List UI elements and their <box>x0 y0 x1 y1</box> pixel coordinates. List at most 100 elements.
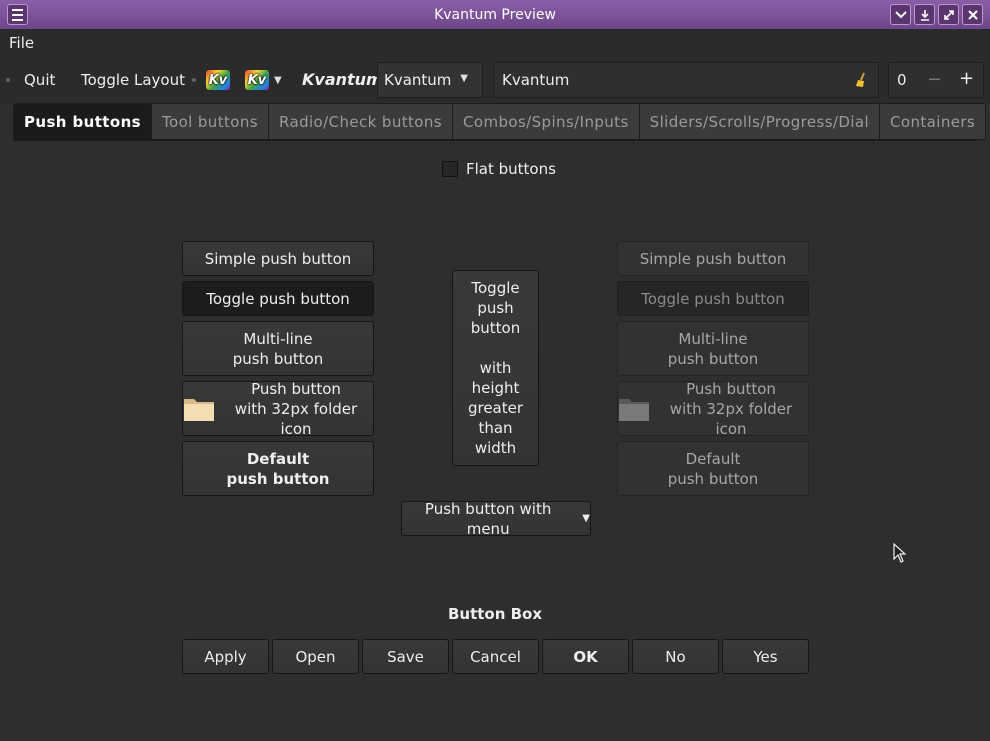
button-label: Save <box>387 647 424 666</box>
save-button[interactable]: Save <box>362 639 449 674</box>
tab-divider <box>13 140 977 141</box>
caret-down-icon[interactable]: ▼ <box>274 75 282 86</box>
kvantum-logo-button[interactable]: Kv <box>206 70 230 90</box>
kvantum-logo-icon: Kv <box>208 72 228 88</box>
close-icon <box>967 9 978 20</box>
flat-buttons-label: Flat buttons <box>466 160 556 178</box>
mouse-cursor-icon <box>893 543 907 563</box>
folder-icon-push-button[interactable]: Push button with 32px folder icon <box>182 379 374 438</box>
caret-down-icon: ▼ <box>582 512 590 524</box>
quit-action[interactable]: Quit <box>24 71 55 89</box>
menu-bar: File <box>0 29 990 56</box>
tab-bar: Push buttons Tool buttons Radio/Check bu… <box>13 103 987 140</box>
multiline-push-button-disabled: Multi-line push button <box>617 321 809 376</box>
default-push-button-disabled: Default push button <box>617 441 809 496</box>
default-push-button[interactable]: Default push button <box>182 441 374 496</box>
button-label: Yes <box>753 647 778 666</box>
plus-icon[interactable]: + <box>959 68 974 89</box>
checkbox-box[interactable] <box>442 161 458 177</box>
button-label: button <box>470 319 521 337</box>
apply-button[interactable]: Apply <box>182 639 269 674</box>
button-label: Multi-line <box>678 329 748 348</box>
button-label: with 32px folder icon <box>234 399 358 438</box>
minus-icon[interactable]: − <box>927 69 942 90</box>
folder-icon <box>619 398 649 421</box>
cancel-button[interactable]: Cancel <box>452 639 539 674</box>
menu-push-button[interactable]: Push button with menu ▼ <box>401 500 591 538</box>
button-label: than <box>478 419 513 437</box>
spin-value: 0 <box>897 71 907 89</box>
button-label: Cancel <box>470 647 521 666</box>
tall-toggle-push-button[interactable]: Toggle push button with height greater t… <box>452 270 539 466</box>
close-button[interactable] <box>962 4 983 25</box>
toggle-push-button-disabled: Toggle push button <box>617 281 809 316</box>
menu-file[interactable]: File <box>9 34 34 52</box>
shade-button[interactable] <box>890 4 911 25</box>
hamburger-icon <box>12 8 23 11</box>
multiline-push-button[interactable]: Multi-line push button <box>182 321 374 376</box>
ok-button[interactable]: OK <box>542 639 629 674</box>
window-menu-button[interactable] <box>7 4 28 25</box>
toolbar-handle[interactable] <box>6 78 10 82</box>
tall-button-label: Toggle push button with height greater t… <box>468 278 523 458</box>
kvantum-logo-icon: Kv <box>247 72 267 88</box>
button-label: push button <box>667 349 759 368</box>
no-button[interactable]: No <box>632 639 719 674</box>
maximize-icon <box>943 9 954 20</box>
button-label: push button <box>226 469 330 488</box>
simple-push-button[interactable]: Simple push button <box>182 241 374 276</box>
tab-tool-buttons[interactable]: Tool buttons <box>151 103 269 140</box>
button-label: No <box>665 647 686 666</box>
spin-box[interactable]: 0 − + <box>888 62 984 98</box>
minimize-icon <box>920 9 929 21</box>
button-label: Apply <box>204 647 247 666</box>
flat-buttons-checkbox[interactable]: Flat buttons <box>442 160 556 178</box>
button-label: push button <box>667 469 759 488</box>
title-bar[interactable]: Kvantum Preview <box>0 0 990 29</box>
button-label: Push button <box>251 379 341 398</box>
theme-combo[interactable]: Kvantum ▼ <box>377 62 483 98</box>
theme-combo-value: Kvantum <box>384 71 452 89</box>
tab-combos-spins-inputs[interactable]: Combos/Spins/Inputs <box>453 103 640 140</box>
open-button[interactable]: Open <box>272 639 359 674</box>
toggle-push-button[interactable]: Toggle push button <box>182 281 374 316</box>
button-label: OK <box>573 647 598 666</box>
tab-sliders-scrolls[interactable]: Sliders/Scrolls/Progress/Dial <box>639 103 881 140</box>
window-title: Kvantum Preview <box>434 6 556 23</box>
button-label: Default <box>685 449 741 468</box>
simple-push-button-disabled: Simple push button <box>617 241 809 276</box>
clear-icon[interactable] <box>854 72 868 88</box>
button-label: Default <box>246 449 310 468</box>
toolbar: Quit Toggle Layout Kv Kv ▼ Kvantum Kvant… <box>0 56 990 104</box>
button-label: Simple push button <box>639 249 787 268</box>
button-label: height <box>471 379 520 397</box>
toggle-layout-action[interactable]: Toggle Layout <box>81 71 185 89</box>
maximize-button[interactable] <box>938 4 959 25</box>
tab-containers[interactable]: Containers <box>880 103 987 140</box>
chevron-down-icon <box>894 10 907 18</box>
button-label: width <box>474 439 517 457</box>
toolbar-separator <box>192 78 196 82</box>
button-label: Simple push button <box>204 249 352 268</box>
folder-icon <box>184 398 214 421</box>
button-label <box>468 338 523 358</box>
button-label: with <box>479 359 512 377</box>
minimize-button[interactable] <box>914 4 935 25</box>
kvantum-label: Kvantum <box>302 70 383 89</box>
line-edit[interactable]: Kvantum <box>493 62 879 98</box>
button-label: Open <box>295 647 336 666</box>
tab-radio-check-buttons[interactable]: Radio/Check buttons <box>268 103 453 140</box>
caret-down-icon: ▼ <box>460 73 468 84</box>
button-box-label: Button Box <box>447 605 543 623</box>
button-label: with 32px folder icon <box>669 399 793 438</box>
button-label: greater <box>467 399 524 417</box>
button-label: Toggle <box>471 279 520 297</box>
tab-push-buttons[interactable]: Push buttons <box>13 103 152 140</box>
button-label: Toggle push button <box>641 289 785 308</box>
line-edit-value: Kvantum <box>502 71 570 89</box>
yes-button[interactable]: Yes <box>722 639 809 674</box>
button-label: push button <box>232 349 324 368</box>
kvantum-logo-menu-button[interactable]: Kv <box>245 70 269 90</box>
button-label: Toggle push button <box>206 289 350 308</box>
button-label: push <box>477 299 514 317</box>
